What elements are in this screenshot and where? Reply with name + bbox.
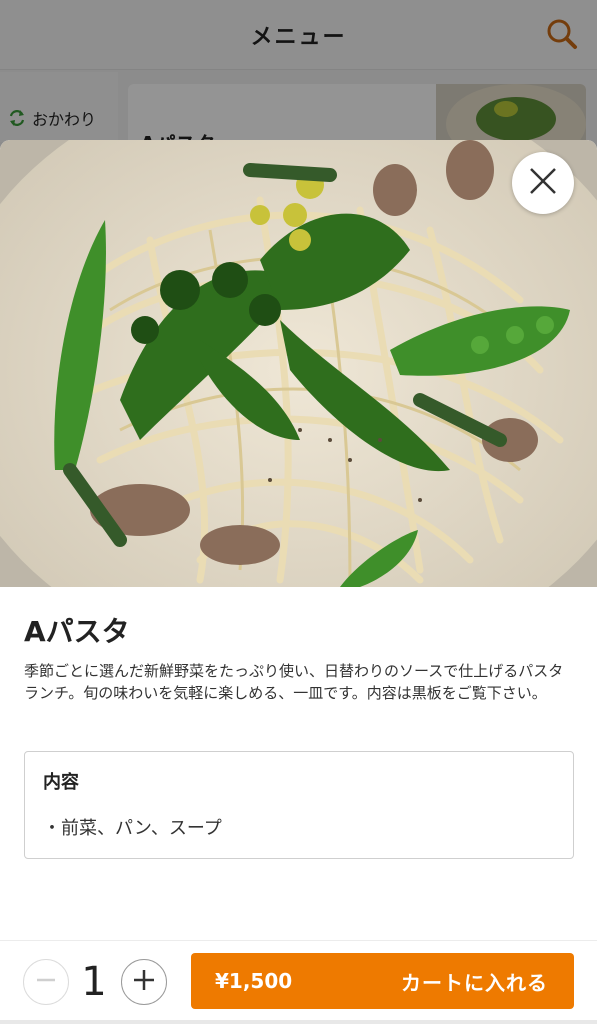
item-detail-modal: Aパスタ 季節ごとに選んだ新鮮野菜をたっぷり使い、日替わりのソースで仕上げるパス…	[0, 140, 597, 1024]
quantity-value: 1	[81, 959, 107, 1005]
quantity-increment-button[interactable]	[121, 959, 167, 1005]
cart-price: ¥1,500	[215, 969, 293, 993]
contents-item: ・前菜、パン、スープ	[43, 818, 222, 839]
contents-heading: 内容	[43, 772, 79, 793]
item-title: Aパスタ	[24, 615, 130, 648]
quantity-decrement-button[interactable]	[23, 959, 69, 1005]
cart-button-label: カートに入れる	[401, 970, 548, 995]
close-icon	[527, 165, 559, 201]
bottom-action-bar: 1 ¥1,500 カートに入れる	[0, 940, 597, 1024]
plus-icon	[132, 968, 156, 996]
item-description: 季節ごとに選んだ新鮮野菜をたっぷり使い、日替わりのソースで仕上げるパスタランチ。…	[24, 662, 564, 702]
contents-box: 内容 ・前菜、パン、スープ	[24, 751, 574, 859]
close-button[interactable]	[512, 152, 574, 214]
minus-icon	[35, 969, 57, 995]
pasta-photo	[0, 140, 597, 587]
add-to-cart-button[interactable]: ¥1,500 カートに入れる	[191, 953, 574, 1009]
bottom-edge	[0, 1020, 597, 1024]
